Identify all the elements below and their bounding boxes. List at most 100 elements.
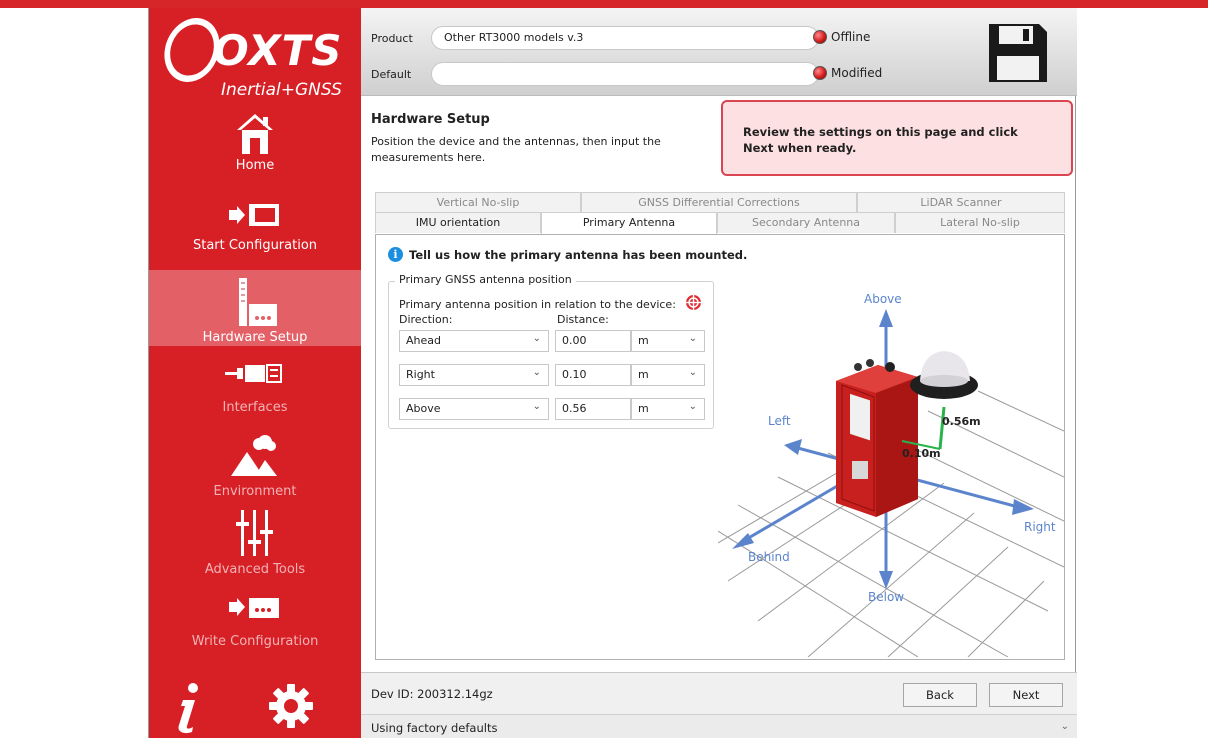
info-icon[interactable]	[171, 682, 207, 734]
tab-vertical-no-slip[interactable]: Vertical No-slip	[375, 192, 581, 213]
distance-header: Distance:	[557, 313, 609, 326]
primary-antenna-panel: i Tell us how the primary antenna has be…	[375, 234, 1065, 660]
next-button[interactable]: Next	[989, 683, 1063, 707]
sidebar-item-label: Write Configuration	[191, 634, 319, 649]
measure-lateral-label: 0.10m	[902, 447, 941, 460]
direction-header: Direction:	[399, 313, 453, 326]
tab-row-bottom: IMU orientation Primary Antenna Secondar…	[375, 212, 1065, 234]
chevron-down-icon: ⌄	[688, 367, 697, 378]
device-bar: Dev ID: 200312.14gz Back Next	[361, 672, 1077, 714]
hardware-setup-icon	[239, 278, 277, 326]
distance-input-above[interactable]: 0.56	[555, 398, 631, 420]
sidebar-item-label: Start Configuration	[192, 238, 318, 253]
device-id: Dev ID: 200312.14gz	[371, 687, 493, 701]
product-label: Product	[371, 32, 413, 45]
group-title: Primary GNSS antenna position	[395, 273, 576, 286]
tab-row-top: Vertical No-slip GNSS Differential Corre…	[375, 192, 1065, 213]
chevron-down-icon: ⌄	[1060, 721, 1069, 732]
tab-primary-antenna[interactable]: Primary Antenna	[541, 212, 717, 234]
unit-select-above[interactable]: m ⌄	[631, 398, 705, 420]
measure-line-vertical	[938, 406, 946, 450]
top-accent-bar	[0, 0, 1208, 8]
direction-value: Right	[406, 368, 435, 381]
unit-select-ahead[interactable]: m ⌄	[631, 330, 705, 352]
sidebar-item-write-configuration[interactable]: Write Configuration	[149, 594, 361, 660]
chevron-down-icon: ⌄	[532, 333, 541, 344]
measure-vertical-label: 0.56m	[942, 415, 981, 428]
brand-name: OXTS	[213, 26, 343, 75]
antenna-position-group: Primary GNSS antenna position Primary an…	[388, 273, 714, 429]
unit-value: m	[638, 368, 649, 381]
modified-status-label: Modified	[831, 66, 883, 80]
unit-value: m	[638, 334, 649, 347]
chevron-down-icon: ⌄	[532, 367, 541, 378]
sidebar-item-environment[interactable]: Environment	[149, 434, 361, 506]
sidebar-item-home[interactable]: Home	[149, 112, 361, 186]
config-header: Product Other RT3000 models v.3 Default …	[361, 8, 1077, 96]
status-text: Using factory defaults	[371, 721, 498, 735]
rt-device	[836, 359, 918, 517]
unit-select-right[interactable]: m ⌄	[631, 364, 705, 386]
distance-input-right[interactable]: 0.10	[555, 364, 631, 386]
axis-arrow-left	[784, 439, 802, 455]
direction-select-above[interactable]: Above ⌄	[399, 398, 549, 420]
sidebar: OXTS Inertial+GNSS Home Start Configurat…	[149, 8, 361, 738]
sidebar-item-label: Environment	[213, 484, 297, 499]
sidebar-item-interfaces[interactable]: Interfaces	[149, 360, 361, 422]
brand-tagline: Inertial+GNSS	[221, 80, 342, 100]
write-configuration-icon	[229, 598, 279, 618]
sidebar-item-hardware-setup[interactable]: Hardware Setup	[149, 270, 361, 346]
back-button[interactable]: Back	[903, 683, 977, 707]
sidebar-item-advanced-tools[interactable]: Advanced Tools	[149, 508, 361, 586]
target-icon[interactable]	[685, 294, 702, 311]
info-message: i Tell us how the primary antenna has be…	[388, 247, 747, 262]
brand-logo: OXTS Inertial+GNSS	[157, 9, 357, 106]
axis-arrow-above	[879, 309, 893, 327]
antenna-3d-view[interactable]: Above Left Right Behind Below 0.56m 0.10…	[718, 281, 1064, 657]
tab-lateral-no-slip[interactable]: Lateral No-slip	[895, 212, 1065, 233]
product-field[interactable]: Other RT3000 models v.3	[431, 26, 819, 50]
offline-status: Offline	[813, 30, 870, 44]
offline-status-label: Offline	[831, 30, 871, 44]
direction-value: Ahead	[406, 334, 441, 347]
direction-select-ahead[interactable]: Ahead ⌄	[399, 330, 549, 352]
status-led-icon	[813, 30, 827, 44]
direction-value: Above	[406, 402, 441, 415]
sidebar-item-start-configuration[interactable]: Start Configuration	[149, 202, 361, 264]
gnss-antenna	[910, 351, 978, 399]
status-bar[interactable]: Using factory defaults ⌄	[361, 714, 1077, 738]
info-circle-icon: i	[388, 247, 403, 262]
interfaces-icon	[225, 364, 282, 383]
tab-lidar-scanner[interactable]: LiDAR Scanner	[857, 192, 1065, 213]
label-above: Above	[864, 292, 902, 306]
sidebar-item-label: Interfaces	[222, 400, 288, 415]
sidebar-item-label: Advanced Tools	[204, 562, 306, 577]
label-left: Left	[768, 414, 791, 428]
tab-gnss-differential-corrections[interactable]: GNSS Differential Corrections	[581, 192, 857, 213]
settings-gear-icon[interactable]	[267, 682, 315, 730]
page-description: Position the device and the antennas, th…	[371, 135, 661, 164]
home-icon	[237, 114, 273, 154]
page-title: Hardware Setup	[371, 112, 490, 127]
direction-select-right[interactable]: Right ⌄	[399, 364, 549, 386]
distance-input-ahead[interactable]: 0.00	[555, 330, 631, 352]
tab-imu-orientation[interactable]: IMU orientation	[375, 212, 541, 233]
status-led-icon	[813, 66, 827, 80]
sidebar-item-label: Home	[235, 158, 275, 173]
info-text: Tell us how the primary antenna has been…	[409, 247, 748, 262]
save-floppy-icon[interactable]	[987, 22, 1049, 84]
label-behind: Behind	[748, 550, 790, 564]
unit-value: m	[638, 402, 649, 415]
chevron-down-icon: ⌄	[688, 333, 697, 344]
app-window: OXTS Inertial+GNSS Home Start Configurat…	[148, 8, 1077, 738]
start-configuration-icon	[229, 204, 279, 226]
axis-arrow-below	[879, 571, 893, 589]
sidebar-footer	[149, 672, 361, 738]
chevron-down-icon: ⌄	[688, 401, 697, 412]
label-right: Right	[1024, 520, 1056, 534]
default-field[interactable]	[431, 62, 819, 86]
tab-secondary-antenna[interactable]: Secondary Antenna	[717, 212, 895, 233]
chevron-down-icon: ⌄	[532, 401, 541, 412]
modified-status: Modified	[813, 66, 882, 80]
label-below: Below	[868, 590, 904, 604]
